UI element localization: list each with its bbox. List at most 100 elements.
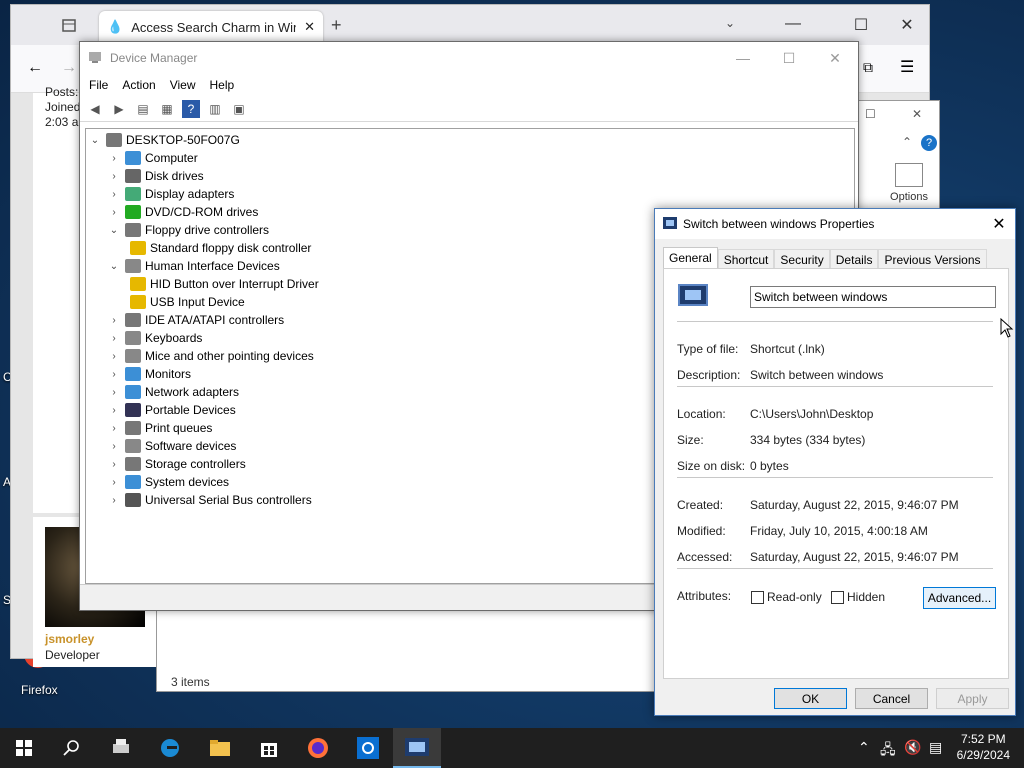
chevron-down-icon[interactable]: ⌄ <box>88 135 102 146</box>
chevron-right-icon[interactable]: › <box>107 315 121 326</box>
properties-close-button[interactable]: ✕ <box>983 209 1015 239</box>
close-tab-icon[interactable]: ✕ <box>304 19 315 35</box>
device-category[interactable]: › Universal Serial Bus controllers <box>107 491 312 509</box>
forward-arrow-icon[interactable]: ▶ <box>110 100 128 118</box>
scan-hardware-icon[interactable]: ▣ <box>230 100 248 118</box>
taskbar-app-store[interactable] <box>245 728 293 768</box>
ok-button[interactable]: OK <box>774 688 847 709</box>
taskbar-app-printer[interactable] <box>97 728 145 768</box>
device-category[interactable]: › Display adapters <box>107 185 234 203</box>
chevron-right-icon[interactable]: › <box>107 477 121 488</box>
tab-overview-icon[interactable] <box>61 17 77 36</box>
tree-root[interactable]: ⌄ DESKTOP-50FO07G <box>88 131 240 149</box>
search-button[interactable] <box>48 728 96 768</box>
menu-action[interactable]: Action <box>122 78 155 92</box>
dm-minimize-button[interactable]: — <box>720 42 766 74</box>
chevron-right-icon[interactable]: › <box>107 333 121 344</box>
chevron-right-icon[interactable]: › <box>107 153 121 164</box>
chevron-down-icon[interactable]: ⌄ <box>107 261 121 272</box>
show-hide-console-tree-icon[interactable]: ▤ <box>134 100 152 118</box>
explorer-close-button[interactable]: ✕ <box>912 107 922 121</box>
device-category[interactable]: › Print queues <box>107 419 212 437</box>
device-category[interactable]: › DVD/CD-ROM drives <box>107 203 258 221</box>
forward-icon[interactable]: → <box>61 59 77 77</box>
device-category[interactable]: ⌄ Human Interface Devices <box>107 257 280 275</box>
chevron-right-icon[interactable]: › <box>107 423 121 434</box>
username[interactable]: jsmorley <box>45 632 94 646</box>
device-category[interactable]: › Storage controllers <box>107 455 246 473</box>
device-item[interactable]: Standard floppy disk controller <box>126 239 311 257</box>
network-icon[interactable]: 🖧 <box>880 739 896 763</box>
dm-maximize-button[interactable]: ☐ <box>766 42 812 74</box>
chevron-right-icon[interactable]: › <box>107 189 121 200</box>
device-category[interactable]: › Network adapters <box>107 383 239 401</box>
extensions-icon[interactable]: ⧉ <box>863 59 873 76</box>
tab-general[interactable]: General <box>663 247 718 269</box>
cancel-button[interactable]: Cancel <box>855 688 928 709</box>
tab-shortcut[interactable]: Shortcut <box>717 249 775 269</box>
device-category[interactable]: ⌄ Floppy drive controllers <box>107 221 269 239</box>
taskbar-app-firefox[interactable] <box>294 728 342 768</box>
readonly-label[interactable]: Read-only <box>767 590 822 604</box>
tab-security[interactable]: Security <box>774 249 830 269</box>
browser-close-button[interactable]: ✕ <box>887 15 927 35</box>
chevron-right-icon[interactable]: › <box>107 351 121 362</box>
menu-view[interactable]: View <box>170 78 196 92</box>
menu-file[interactable]: File <box>89 78 108 92</box>
chevron-right-icon[interactable]: › <box>107 459 121 470</box>
browser-minimize-button[interactable]: — <box>773 15 813 33</box>
menu-icon[interactable]: ☰ <box>900 57 914 77</box>
device-category[interactable]: › Mice and other pointing devices <box>107 347 314 365</box>
taskbar-app-settings[interactable] <box>344 728 392 768</box>
new-tab-icon[interactable]: + <box>331 15 342 36</box>
menu-help[interactable]: Help <box>210 78 235 92</box>
chevron-right-icon[interactable]: › <box>107 405 121 416</box>
device-category[interactable]: › Portable Devices <box>107 401 236 419</box>
device-category[interactable]: › Keyboards <box>107 329 202 347</box>
taskbar-app-edge[interactable] <box>146 728 194 768</box>
device-category[interactable]: › Computer <box>107 149 198 167</box>
device-category[interactable]: › Disk drives <box>107 167 204 185</box>
device-category[interactable]: › Monitors <box>107 365 191 383</box>
tab-details[interactable]: Details <box>829 249 879 269</box>
firefox-desktop-label[interactable]: Firefox <box>21 683 58 697</box>
tab-previous-versions[interactable]: Previous Versions <box>878 249 987 269</box>
device-category[interactable]: › Software devices <box>107 437 236 455</box>
readonly-checkbox[interactable] <box>751 591 764 604</box>
device-category[interactable]: › IDE ATA/ATAPI controllers <box>107 311 284 329</box>
back-icon[interactable]: ← <box>27 59 43 77</box>
collapse-ribbon-icon[interactable]: ⌃ <box>902 135 912 149</box>
show-hidden-icons-icon[interactable]: ⌃ <box>858 739 870 756</box>
back-arrow-icon[interactable]: ◀ <box>86 100 104 118</box>
action-pane-icon[interactable]: ▥ <box>206 100 224 118</box>
apply-button[interactable]: Apply <box>936 688 1009 709</box>
start-button[interactable] <box>0 728 48 768</box>
taskbar-clock[interactable]: 7:52 PM 6/29/2024 <box>957 731 1010 763</box>
chevron-right-icon[interactable]: › <box>107 441 121 452</box>
chevron-right-icon[interactable]: › <box>107 495 121 506</box>
taskbar-app-switch-windows[interactable] <box>393 728 441 768</box>
device-category[interactable]: › System devices <box>107 473 229 491</box>
ribbon-options[interactable]: Options <box>885 163 933 203</box>
chevron-right-icon[interactable]: › <box>107 171 121 182</box>
notifications-icon[interactable]: ▤ <box>929 739 942 756</box>
file-name-input[interactable]: Switch between windows <box>750 286 996 308</box>
hidden-checkbox[interactable] <box>831 591 844 604</box>
help-icon[interactable]: ? <box>921 135 937 151</box>
browser-maximize-button[interactable]: ☐ <box>841 15 881 35</box>
chevron-right-icon[interactable]: › <box>107 207 121 218</box>
dm-close-button[interactable]: ✕ <box>812 42 858 74</box>
properties-sheet-icon[interactable]: ▦ <box>158 100 176 118</box>
chevron-right-icon[interactable]: › <box>107 369 121 380</box>
hidden-label[interactable]: Hidden <box>847 590 885 604</box>
chevron-right-icon[interactable]: › <box>107 387 121 398</box>
volume-muted-icon[interactable]: 🔇 <box>904 739 921 756</box>
explorer-maximize-button[interactable]: ☐ <box>865 107 876 121</box>
tab-list-icon[interactable]: ⌄ <box>725 16 735 30</box>
device-item[interactable]: HID Button over Interrupt Driver <box>126 275 319 293</box>
chevron-down-icon[interactable]: ⌄ <box>107 225 121 236</box>
device-item[interactable]: USB Input Device <box>126 293 245 311</box>
browser-tab[interactable]: 💧 Access Search Charm in Windo ✕ <box>99 11 323 43</box>
advanced-button[interactable]: Advanced... <box>923 587 996 609</box>
help-book-icon[interactable]: ? <box>182 99 200 118</box>
